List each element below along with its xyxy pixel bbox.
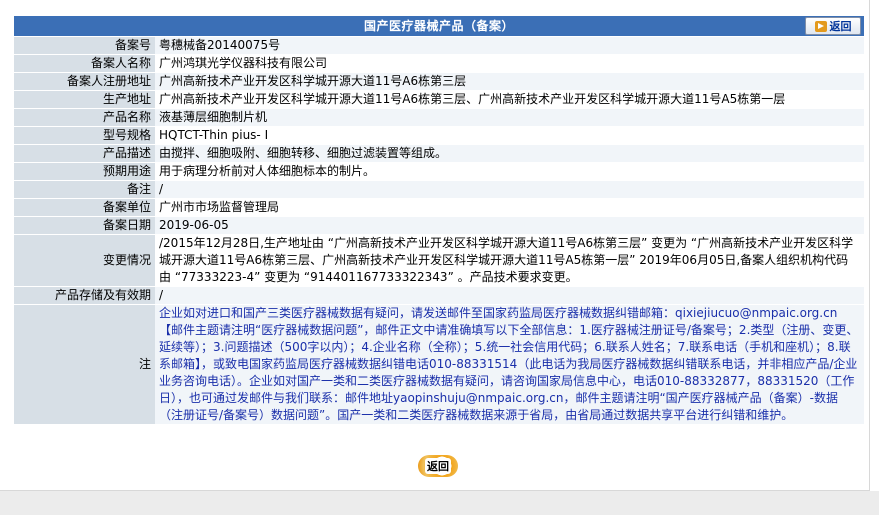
record-table: 国产医疗器械产品（备案） 返回 备案号 粤穗械备20140075号 备案人名称 广州… [14, 15, 864, 425]
field-label: 变更情况 [14, 235, 155, 286]
field-label: 备案号 [14, 37, 155, 54]
field-label: 产品存储及有效期 [14, 287, 155, 304]
field-label: 生产地址 [14, 91, 155, 108]
arrow-right-icon [814, 20, 827, 32]
table-row: 备案日期 2019-06-05 [14, 217, 864, 234]
table-row: 产品名称 液基薄层细胞制片机 [14, 109, 864, 126]
field-value: 用于病理分析前对人体细胞标本的制片。 [155, 163, 864, 180]
field-value: / [155, 181, 864, 198]
table-row: 产品存储及有效期 / [14, 287, 864, 304]
field-value: 广州鸿琪光学仪器科技有限公司 [155, 55, 864, 72]
field-value: 粤穗械备20140075号 [155, 37, 864, 54]
back-button-top-label: 返回 [829, 19, 852, 33]
field-value: 广州高新技术产业开发区科学城开源大道11号A6栋第三层、广州高新技术产业开发区科… [155, 91, 864, 108]
table-row: 生产地址 广州高新技术产业开发区科学城开源大道11号A6栋第三层、广州高新技术产业… [14, 91, 864, 108]
notice-text: 企业如对进口和国产三类医疗器械数据有疑问，请发送邮件至国家药监局医疗器械数据纠错… [155, 305, 864, 424]
table-row: 产品描述 由搅拌、细胞吸附、细胞转移、细胞过滤装置等组成。 [14, 145, 864, 162]
bottom-strip [0, 491, 879, 515]
back-button-bottom-label: 返回 [425, 458, 451, 474]
field-value: 液基薄层细胞制片机 [155, 109, 864, 126]
notice-label: 注 [14, 305, 155, 424]
field-value: / [155, 287, 864, 304]
table-row: 型号规格 HQTCT-Thin pius- I [14, 127, 864, 144]
table-row: 预期用途 用于病理分析前对人体细胞标本的制片。 [14, 163, 864, 180]
back-button-top[interactable]: 返回 [805, 17, 861, 35]
field-value: 广州市市场监督管理局 [155, 199, 864, 216]
page-title: 国产医疗器械产品（备案） [363, 18, 514, 33]
notice-row: 注企业如对进口和国产三类医疗器械数据有疑问，请发送邮件至国家药监局医疗器械数据纠… [14, 305, 864, 424]
table-row: 备案人注册地址 广州高新技术产业开发区科学城开源大道11号A6栋第三层 [14, 73, 864, 90]
field-label: 备案日期 [14, 217, 155, 234]
table-row: 变更情况/2015年12月28日,生产地址由 “广州高新技术产业开发区科学城开源… [14, 235, 864, 286]
table-row: 备注 / [14, 181, 864, 198]
back-button-bottom[interactable]: 返回 [418, 455, 458, 477]
field-label: 备案单位 [14, 199, 155, 216]
field-label: 产品名称 [14, 109, 155, 126]
field-value: 由搅拌、细胞吸附、细胞转移、细胞过滤装置等组成。 [155, 145, 864, 162]
field-label: 产品描述 [14, 145, 155, 162]
field-value: HQTCT-Thin pius- I [155, 127, 864, 144]
table-row: 备案号 粤穗械备20140075号 [14, 37, 864, 54]
field-label: 备案人注册地址 [14, 73, 155, 90]
field-value: 2019-06-05 [155, 217, 864, 234]
field-label: 预期用途 [14, 163, 155, 180]
field-value: /2015年12月28日,生产地址由 “广州高新技术产业开发区科学城开源大道11… [155, 235, 864, 286]
field-value: 广州高新技术产业开发区科学城开源大道11号A6栋第三层 [155, 73, 864, 90]
field-label: 备案人名称 [14, 55, 155, 72]
field-label: 型号规格 [14, 127, 155, 144]
field-label: 备注 [14, 181, 155, 198]
header-row: 国产医疗器械产品（备案） 返回 [14, 16, 864, 36]
table-row: 备案人名称 广州鸿琪光学仪器科技有限公司 [14, 55, 864, 72]
table-row: 备案单位 广州市市场监督管理局 [14, 199, 864, 216]
